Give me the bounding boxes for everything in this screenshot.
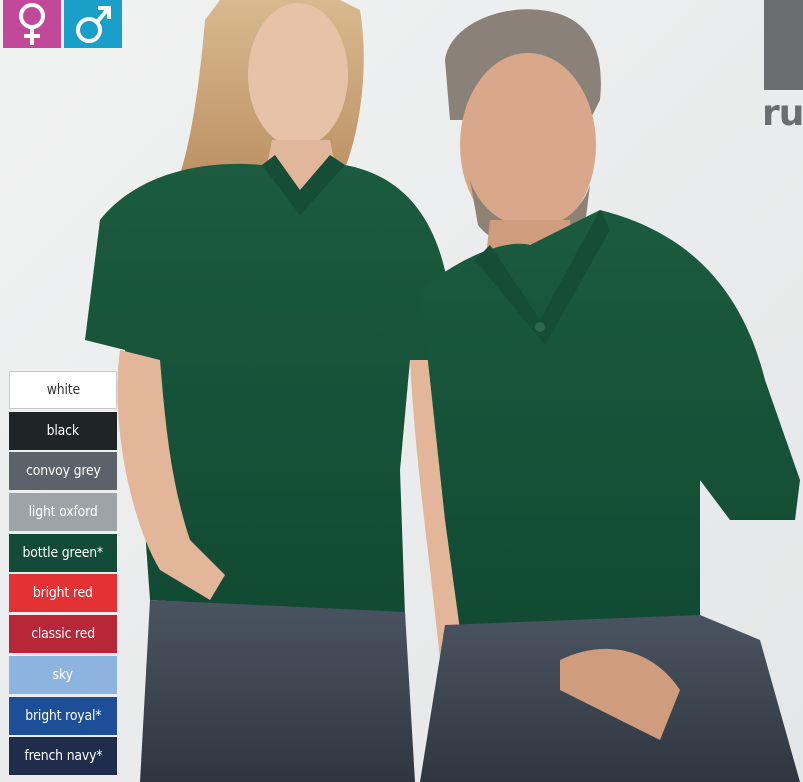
color-swatch-list: white black convoy grey light oxford bottle …: [9, 371, 117, 778]
color-swatch-label: bright red: [33, 585, 93, 602]
color-swatch-label: convoy grey: [25, 463, 101, 480]
color-swatch[interactable]: bottle green*: [9, 533, 117, 572]
color-swatch-label: sky: [52, 666, 74, 683]
color-swatch-label: bright royal*: [24, 707, 102, 724]
color-swatch-label: black: [46, 422, 80, 439]
female-symbol-icon: [19, 3, 45, 45]
male-symbol-icon: [76, 6, 111, 43]
color-swatch-label: light oxford: [28, 504, 98, 521]
color-swatch[interactable]: convoy grey: [9, 452, 117, 491]
color-swatch-label: bottle green*: [22, 544, 104, 561]
color-swatch[interactable]: french navy*: [9, 737, 117, 776]
product-photo: [0, 0, 803, 782]
brand-logo-text: ru: [762, 93, 803, 134]
color-swatch[interactable]: bright royal*: [9, 696, 117, 735]
color-swatch[interactable]: light oxford: [9, 493, 117, 532]
color-swatch[interactable]: classic red: [9, 615, 117, 654]
color-swatch[interactable]: sky: [9, 655, 117, 694]
color-swatch[interactable]: black: [9, 411, 117, 450]
male-badge[interactable]: [64, 0, 122, 48]
female-badge[interactable]: [3, 0, 61, 48]
color-swatch-label: white: [46, 382, 80, 398]
color-swatch-label: french navy*: [23, 748, 103, 765]
color-swatch[interactable]: white: [9, 371, 117, 409]
color-swatch[interactable]: bright red: [9, 574, 117, 613]
brand-logo-block: [764, 0, 803, 90]
color-swatch-label: classic red: [31, 626, 95, 643]
